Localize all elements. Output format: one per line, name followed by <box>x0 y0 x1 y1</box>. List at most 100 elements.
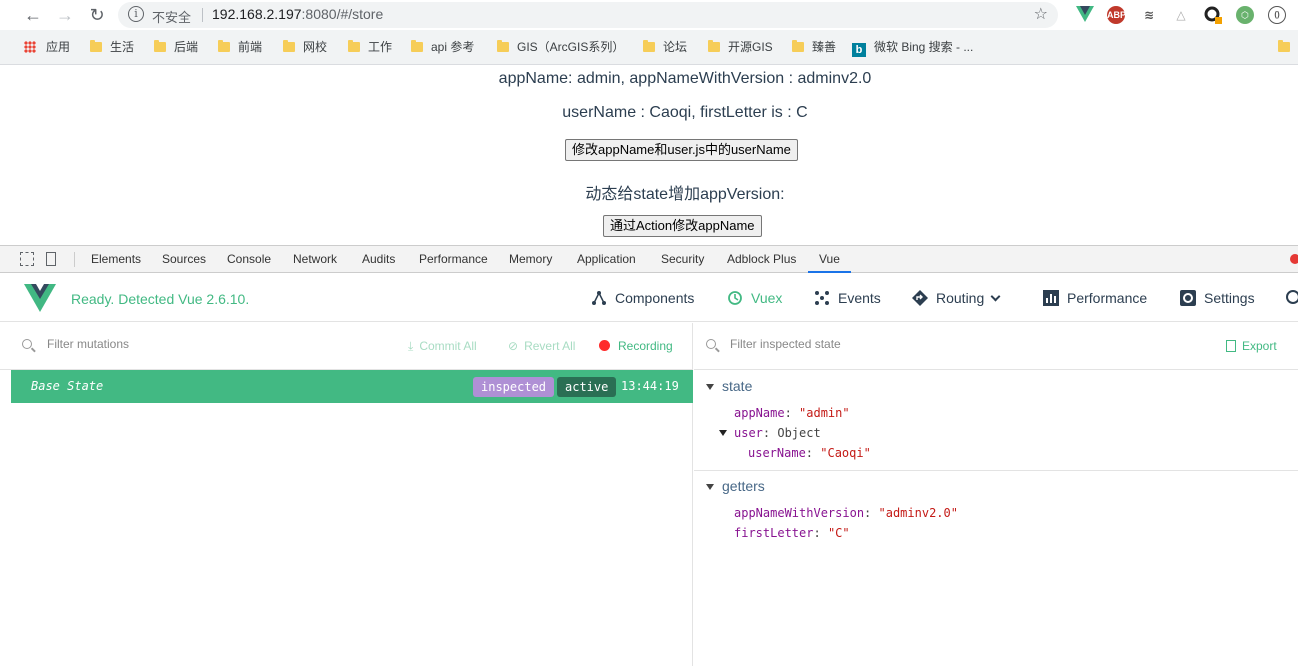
tab-sources[interactable]: Sources <box>162 246 206 273</box>
export-button[interactable]: Export <box>1226 339 1277 353</box>
tab-components[interactable]: Components <box>591 288 694 308</box>
colon: : <box>762 426 778 440</box>
bookmark-label: 开源GIS <box>728 40 773 54</box>
colon: : <box>864 506 879 520</box>
state-inspector-pane: Export state appName: "admin" user: Obje… <box>694 323 1298 666</box>
inspected-badge: inspected <box>473 377 555 397</box>
tab-routing[interactable]: Routing <box>912 288 1001 308</box>
tab-vue[interactable]: Vue <box>808 246 851 273</box>
url-path: :8080/#/store <box>301 6 384 22</box>
inspect-element-icon[interactable] <box>20 252 34 266</box>
section-divider <box>694 470 1298 471</box>
tab-vuex[interactable]: Vuex <box>727 288 782 308</box>
bookmark-label: api 参考 <box>431 40 475 54</box>
bookmark-label: 前端 <box>238 40 263 54</box>
folder-icon <box>154 40 166 52</box>
bookmark-folder[interactable]: 工作 <box>348 38 392 56</box>
address-bar[interactable]: i 不安全 192.168.2.197:8080/#/store ☆ <box>118 2 1058 28</box>
getter-firstletter-row: firstLetter: "C" <box>734 526 850 540</box>
folder-icon <box>792 40 804 52</box>
folder-icon <box>1278 40 1290 52</box>
browser-toolbar: ← → ↻ i 不安全 192.168.2.197:8080/#/store ☆… <box>0 0 1298 30</box>
security-label: 不安全 <box>152 10 192 25</box>
active-badge: active <box>557 377 617 397</box>
bookmark-folder[interactable]: 后端 <box>154 38 198 56</box>
bookmark-folder[interactable]: 生活 <box>90 38 134 56</box>
tab-security[interactable]: Security <box>661 246 704 273</box>
modify-appname-button[interactable]: 修改appName和user.js中的userName <box>565 139 798 161</box>
tab-label: Vuex <box>751 290 783 306</box>
colon: : <box>813 526 828 540</box>
tab-memory[interactable]: Memory <box>509 246 552 273</box>
circle-extension-icon[interactable] <box>1204 6 1222 24</box>
tab-vue-performance[interactable]: Performance <box>1043 288 1147 308</box>
revert-all-button[interactable]: ⊘ Revert All <box>508 339 575 353</box>
reload-icon[interactable]: ↻ <box>86 4 108 26</box>
url-text[interactable]: 192.168.2.197:8080/#/store <box>212 6 383 22</box>
components-icon <box>592 291 606 305</box>
folder-icon <box>283 40 295 52</box>
address-separator <box>202 8 203 22</box>
tab-settings[interactable]: Settings <box>1180 288 1255 308</box>
state-username-row: userName: "Caoqi" <box>748 446 871 460</box>
bookmark-folder[interactable]: api 参考 <box>411 38 474 56</box>
state-caret-icon[interactable] <box>706 384 714 390</box>
url-host: 192.168.2.197 <box>212 6 302 22</box>
bookmark-label: 网校 <box>303 40 328 54</box>
state-section-title[interactable]: state <box>722 378 752 394</box>
refresh-icon[interactable] <box>1286 290 1298 304</box>
tab-console[interactable]: Console <box>227 246 271 273</box>
devtools-tabbar: Elements Sources Console Network Audits … <box>0 246 1298 273</box>
node-extension-icon[interactable]: ⬡ <box>1236 6 1254 24</box>
getters-caret-icon[interactable] <box>706 484 714 490</box>
bookmark-folder[interactable]: 网校 <box>283 38 327 56</box>
back-arrow-icon[interactable]: ← <box>22 4 44 26</box>
error-indicator-icon[interactable] <box>1290 254 1298 264</box>
tab-application[interactable]: Application <box>577 246 636 273</box>
tab-network[interactable]: Network <box>293 246 337 273</box>
vue-extension-icon[interactable] <box>1076 6 1094 24</box>
user-name-text: userName : Caoqi, firstLetter is : C <box>562 104 808 121</box>
filter-state-input[interactable] <box>730 337 1030 351</box>
tab-performance[interactable]: Performance <box>419 246 488 273</box>
tab-audits[interactable]: Audits <box>362 246 395 273</box>
bookmark-folder[interactable]: GIS（ArcGIS系列） <box>497 38 624 56</box>
bookmark-overflow-folder[interactable] <box>1278 38 1298 56</box>
base-state-row[interactable]: Base State inspected active 13:44:19 <box>11 370 693 403</box>
bookmark-folder[interactable]: 论坛 <box>643 38 687 56</box>
recording-button[interactable]: Recording <box>599 339 673 353</box>
code-extension-icon[interactable]: () <box>1268 6 1286 24</box>
key: appNameWithVersion <box>734 506 865 520</box>
bookmark-bing[interactable]: b 微软 Bing 搜索 - ... <box>852 38 973 57</box>
bookmark-apps[interactable]: 应用 <box>24 38 70 56</box>
folder-icon <box>643 40 655 52</box>
chevron-down-icon <box>990 291 1001 302</box>
key: user <box>734 426 763 440</box>
forward-arrow-icon[interactable]: → <box>54 4 76 26</box>
getters-section-title[interactable]: getters <box>722 478 765 494</box>
tab-adblock-plus[interactable]: Adblock Plus <box>727 246 796 273</box>
bookmark-folder[interactable]: 前端 <box>218 38 262 56</box>
bookmark-star-icon[interactable]: ☆ <box>1034 4 1048 24</box>
history-icon <box>728 291 742 305</box>
commit-all-button[interactable]: ⤓ Commit All <box>408 339 477 354</box>
bookmark-folder[interactable]: 臻善 <box>792 38 836 56</box>
commit-all-label: Commit All <box>419 339 477 353</box>
info-icon[interactable]: i <box>128 6 144 22</box>
device-toggle-icon[interactable] <box>46 252 56 266</box>
bar-chart-icon <box>1043 290 1059 306</box>
tab-events[interactable]: Events <box>814 288 881 308</box>
apps-grid-icon <box>24 41 36 53</box>
bookmark-folder[interactable]: 开源GIS <box>708 38 773 56</box>
state-appname-row: appName: "admin" <box>734 406 850 420</box>
record-dot-icon <box>599 340 610 351</box>
tab-elements[interactable]: Elements <box>91 246 141 273</box>
chart-extension-icon[interactable]: ≋ <box>1140 6 1158 24</box>
action-modify-button[interactable]: 通过Action修改appName <box>603 215 762 237</box>
person-extension-icon[interactable]: △ <box>1172 6 1190 24</box>
adblock-plus-icon[interactable]: ABP <box>1107 6 1126 24</box>
download-icon: ⤓ <box>408 339 414 353</box>
user-caret-icon[interactable] <box>719 430 727 436</box>
filter-mutations-input[interactable] <box>47 337 347 351</box>
state-user-row[interactable]: user: Object <box>734 426 821 440</box>
